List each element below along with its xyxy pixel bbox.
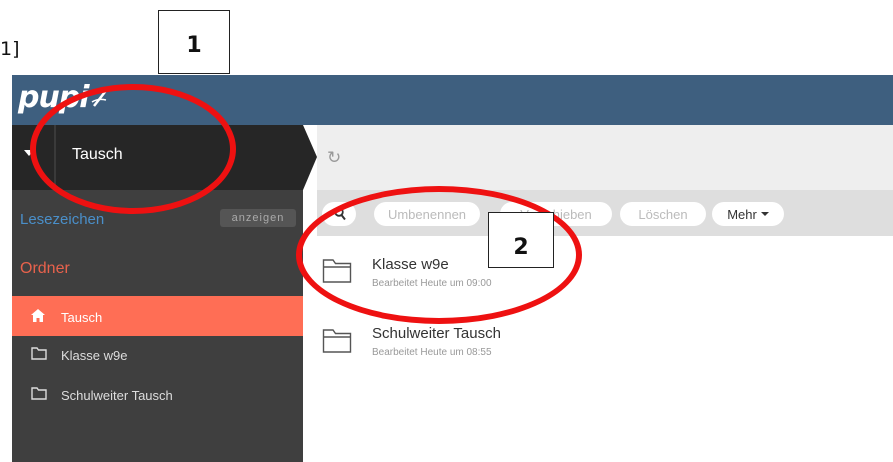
- breadcrumb-title[interactable]: Tausch: [72, 146, 123, 164]
- file-meta: Bearbeitet Heute um 09:00: [372, 278, 492, 289]
- folder-icon: [31, 387, 47, 400]
- sidebar-item-schulweiter-tausch[interactable]: Schulweiter Tausch: [61, 388, 173, 403]
- file-name[interactable]: Klasse w9e: [372, 256, 449, 273]
- sidebar-folders-heading: Ordner: [20, 260, 70, 277]
- annotation-number-2: 2: [513, 235, 529, 260]
- annotation-label-fragment: 1]: [0, 38, 20, 60]
- home-icon: [31, 309, 45, 322]
- annotation-number-1: 1: [186, 33, 202, 58]
- chevron-down-icon[interactable]: [24, 150, 34, 156]
- search-button[interactable]: [322, 202, 356, 226]
- app-header: [12, 75, 893, 125]
- rename-button[interactable]: Umbenennen: [374, 202, 480, 226]
- more-button-label: Mehr: [727, 206, 757, 222]
- breadcrumb-divider: [54, 125, 56, 190]
- refresh-icon[interactable]: ↻: [327, 148, 341, 168]
- annotation-box-1: 1: [158, 10, 230, 74]
- folder-icon: [322, 329, 352, 353]
- search-icon: [334, 207, 346, 221]
- breadcrumb-arrow: [303, 125, 317, 190]
- sidebar-item-label: Tausch: [61, 310, 103, 325]
- breadcrumb-tail: [317, 125, 893, 190]
- file-name[interactable]: Schulweiter Tausch: [372, 325, 501, 342]
- annotation-box-2: 2: [488, 212, 554, 268]
- logo-swoosh-icon: [91, 87, 109, 107]
- folder-icon: [322, 259, 352, 283]
- sidebar-item-klasse-w9e[interactable]: Klasse w9e: [61, 348, 127, 363]
- caret-down-icon: [760, 212, 769, 216]
- bookmarks-show-button[interactable]: anzeigen: [220, 209, 296, 227]
- file-meta: Bearbeitet Heute um 08:55: [372, 347, 492, 358]
- delete-button[interactable]: Löschen: [620, 202, 706, 226]
- folder-icon: [31, 347, 47, 360]
- sidebar-item-tausch[interactable]: [12, 296, 303, 336]
- app-logo[interactable]: pupi: [18, 80, 90, 115]
- more-button[interactable]: Mehr: [712, 202, 784, 226]
- sidebar-bookmarks-heading: Lesezeichen: [20, 211, 105, 228]
